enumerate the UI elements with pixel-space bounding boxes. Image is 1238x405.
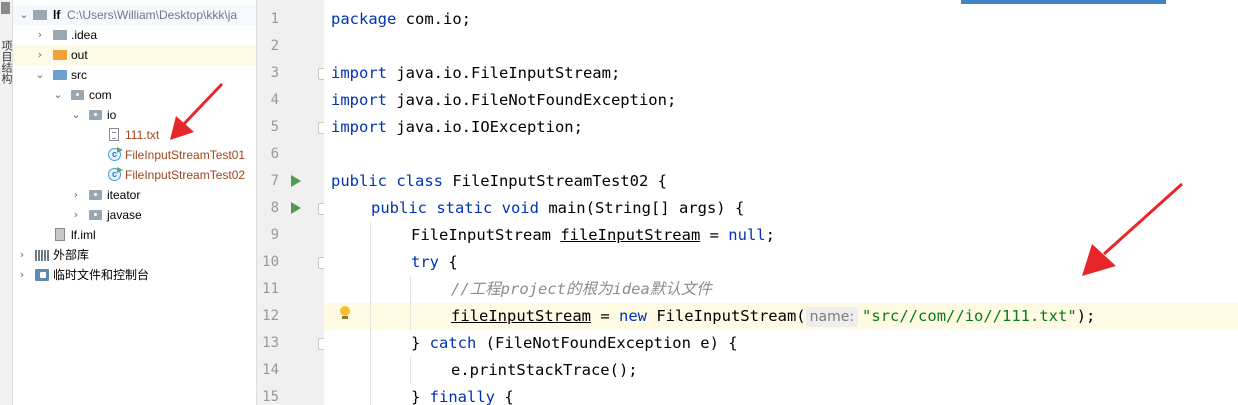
project-tool-window-strip[interactable]: 项目结构 <box>0 0 13 405</box>
tree-item-label: FileInputStreamTest02 <box>125 168 246 182</box>
editor-gutter[interactable]: 1 2 3 4 5 6 7 8 9 10 11 12 13 14 15 <box>257 0 327 405</box>
package-icon <box>89 190 102 200</box>
library-icon <box>35 250 49 261</box>
java-class-icon: c <box>108 148 121 161</box>
tree-item-com[interactable]: ⌄ com <box>13 85 256 105</box>
project-strip-icon[interactable] <box>1 2 10 14</box>
indent-guide <box>370 222 371 405</box>
tree-item-iteator[interactable]: › iteator <box>13 185 256 205</box>
tree-item-label: 外部库 <box>53 248 90 262</box>
intention-bulb-icon[interactable] <box>340 306 350 319</box>
tree-item-label: 111.txt <box>125 128 160 142</box>
tree-item-label: 临时文件和控制台 <box>53 268 150 282</box>
module-folder-icon <box>33 10 47 20</box>
code-line-8[interactable]: public static void main(String[] args) { <box>371 195 744 222</box>
line-number: 15 <box>262 389 279 405</box>
chevron-right-icon[interactable]: › <box>71 185 81 205</box>
line-number: 11 <box>262 281 279 297</box>
package-icon <box>71 90 84 100</box>
tree-item-test01[interactable]: c FileInputStreamTest01 <box>13 145 256 165</box>
package-icon <box>89 210 102 220</box>
tree-root-name: lf <box>53 8 61 22</box>
line-number: 7 <box>270 173 279 189</box>
line-number: 3 <box>270 65 279 81</box>
chevron-right-icon[interactable]: › <box>71 205 81 225</box>
tree-item-label: .idea <box>71 28 98 42</box>
tree-item-label: javase <box>107 208 142 222</box>
package-icon <box>89 110 102 120</box>
project-tree[interactable]: ⌄ lf C:\Users\William\Desktop\kkk\ja › .… <box>13 0 257 405</box>
code-line-11[interactable]: //工程project的根为idea默认文件 <box>451 276 712 303</box>
code-line-3[interactable]: import java.io.FileInputStream; <box>331 60 620 87</box>
tree-item-scratches[interactable]: › 临时文件和控制台 <box>13 265 256 285</box>
code-line-13[interactable]: } catch (FileNotFoundException e) { <box>411 330 738 357</box>
tree-item-lf-iml[interactable]: lf.iml <box>13 225 256 245</box>
chevron-down-icon[interactable]: ⌄ <box>35 65 45 85</box>
line-number: 1 <box>270 11 279 27</box>
tree-item-src[interactable]: ⌄ src <box>13 65 256 85</box>
indent-guide <box>410 276 411 330</box>
tree-item-idea[interactable]: › .idea <box>13 25 256 45</box>
chevron-down-icon[interactable]: ⌄ <box>53 85 63 105</box>
tree-item-io[interactable]: ⌄ io <box>13 105 256 125</box>
tree-item-label: FileInputStreamTest01 <box>125 148 246 162</box>
scratches-icon <box>35 269 49 281</box>
text-file-icon <box>109 128 119 141</box>
tree-item-javase[interactable]: › javase <box>13 205 256 225</box>
code-line-15[interactable]: } finally { <box>411 384 514 405</box>
tree-item-label: iteator <box>107 188 141 202</box>
code-editor[interactable]: package com.io; import java.io.FileInput… <box>324 0 1238 405</box>
code-line-9[interactable]: FileInputStream fileInputStream = null; <box>411 222 775 249</box>
code-line-1[interactable]: package com.io; <box>331 6 471 33</box>
excluded-folder-icon <box>53 50 67 60</box>
code-line-7[interactable]: public class FileInputStreamTest02 { <box>331 168 667 195</box>
line-number: 8 <box>270 200 279 216</box>
folder-icon <box>53 30 67 40</box>
tree-item-label: io <box>107 108 117 122</box>
chevron-right-icon[interactable]: › <box>17 265 27 285</box>
tree-item-test02[interactable]: c FileInputStreamTest02 <box>13 165 256 185</box>
line-number: 13 <box>262 335 279 351</box>
tree-root-lf[interactable]: ⌄ lf C:\Users\William\Desktop\kkk\ja <box>13 5 256 25</box>
tree-item-label: src <box>71 68 87 82</box>
module-file-icon <box>55 228 65 241</box>
java-class-icon: c <box>108 168 121 181</box>
tree-item-111-txt[interactable]: 111.txt <box>13 125 256 145</box>
tree-root-path: C:\Users\William\Desktop\kkk\ja <box>67 8 238 22</box>
chevron-right-icon[interactable]: › <box>17 245 27 265</box>
source-folder-icon <box>53 70 67 80</box>
line-number: 4 <box>270 92 279 108</box>
chevron-right-icon[interactable]: › <box>35 25 45 45</box>
indent-guide <box>410 357 411 384</box>
code-line-5[interactable]: import java.io.IOException; <box>331 114 583 141</box>
run-main-icon[interactable] <box>291 202 301 214</box>
line-number: 14 <box>262 362 279 378</box>
code-line-4[interactable]: import java.io.FileNotFoundException; <box>331 87 676 114</box>
tree-item-out[interactable]: › out <box>13 45 256 65</box>
project-strip-label[interactable]: 项目结构 <box>0 40 13 84</box>
line-number: 9 <box>270 227 279 243</box>
line-number: 2 <box>270 38 279 54</box>
line-number: 5 <box>270 119 279 135</box>
active-tab-indicator <box>961 0 1166 4</box>
line-number: 6 <box>270 146 279 162</box>
chevron-down-icon[interactable]: ⌄ <box>19 5 29 25</box>
parameter-hint: name: <box>805 306 859 327</box>
tree-item-label: out <box>71 48 88 62</box>
line-number: 12 <box>262 308 279 324</box>
line-number: 10 <box>262 254 279 270</box>
chevron-down-icon[interactable]: ⌄ <box>71 105 81 125</box>
code-line-10[interactable]: try { <box>411 249 458 276</box>
code-line-14[interactable]: e.printStackTrace(); <box>451 357 638 384</box>
tree-item-label: com <box>89 88 112 102</box>
run-class-icon[interactable] <box>291 175 301 187</box>
tree-item-external-libraries[interactable]: › 外部库 <box>13 245 256 265</box>
chevron-right-icon[interactable]: › <box>35 45 45 65</box>
code-line-12[interactable]: fileInputStream = new FileInputStream(na… <box>451 303 1095 330</box>
tree-item-label: lf.iml <box>71 228 96 242</box>
